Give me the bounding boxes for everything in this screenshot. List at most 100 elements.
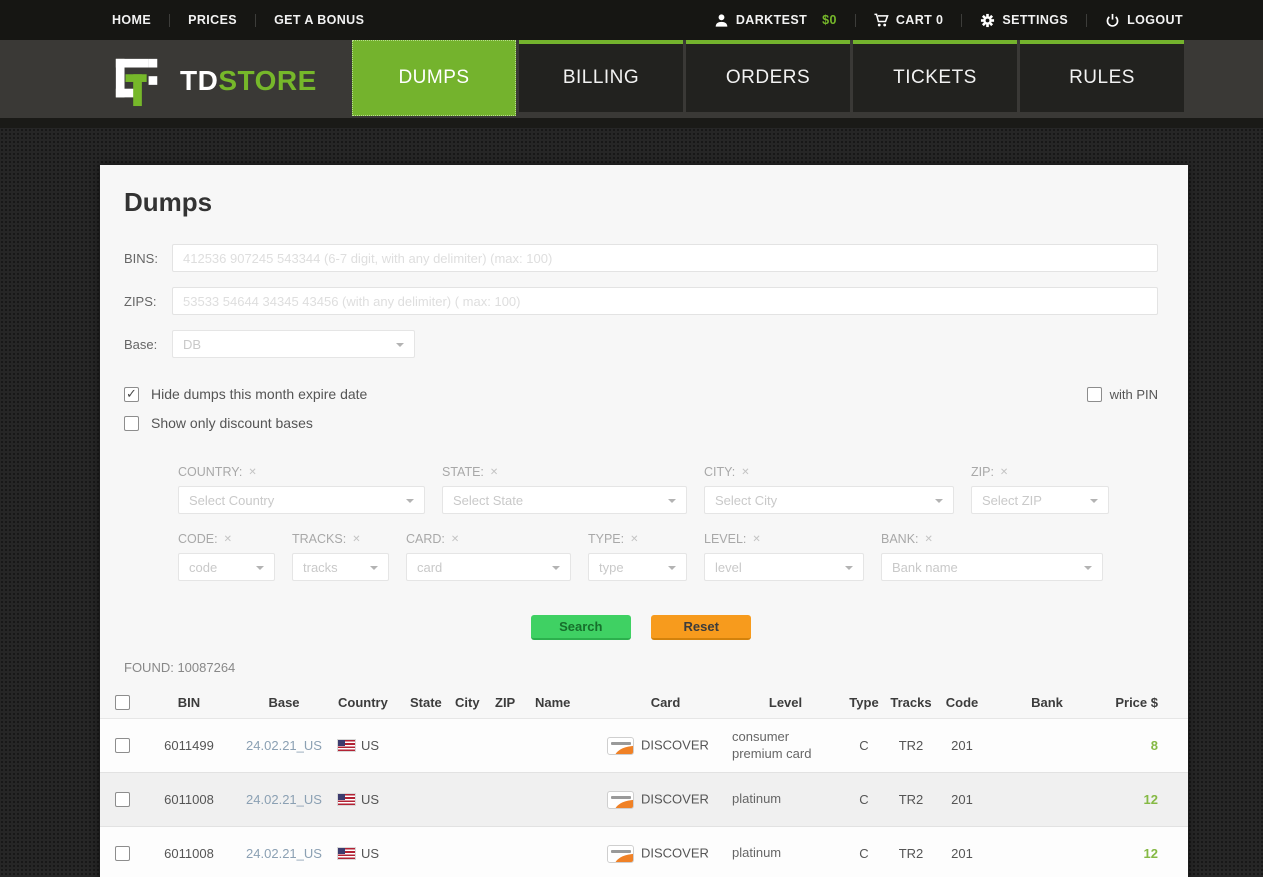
cell-price: 12 [1144, 792, 1158, 807]
col-card: Card [603, 687, 728, 719]
col-price: Price $ [1107, 687, 1188, 719]
code-filter-label: CODE: [178, 532, 218, 546]
filter-state: STATE: Select State [442, 465, 687, 514]
base-link[interactable]: 24.02.21_US [246, 738, 322, 753]
page-background: Dumps BINS: ZIPS: Base: DB Hide dumps th… [0, 128, 1263, 877]
col-country: Country [334, 687, 406, 719]
country-select-value: Select Country [189, 493, 274, 508]
type-select[interactable]: type [588, 553, 687, 581]
col-city: City [451, 687, 491, 719]
row-checkbox[interactable] [115, 846, 130, 861]
dumps-table: BIN Base Country State City ZIP Name Car… [100, 687, 1188, 877]
clear-state-icon[interactable] [490, 467, 498, 478]
row-checkbox[interactable] [115, 738, 130, 753]
clear-code-icon[interactable] [224, 534, 232, 545]
code-select[interactable]: code [178, 553, 275, 581]
base-link[interactable]: 24.02.21_US [246, 792, 322, 807]
cell-city [451, 719, 491, 773]
level-select-value: level [715, 560, 742, 575]
type-select-value: type [599, 560, 624, 575]
us-flag-icon [338, 794, 355, 805]
base-row: Base: DB [124, 330, 1158, 358]
clear-country-icon[interactable] [248, 467, 256, 478]
tab-orders[interactable]: ORDERS [686, 40, 850, 112]
clear-level-icon[interactable] [752, 534, 760, 545]
cell-name [531, 719, 603, 773]
bins-input[interactable] [172, 244, 1158, 272]
cell-level: platinum [728, 827, 843, 877]
discover-card-icon [607, 791, 634, 809]
col-type: Type [843, 687, 885, 719]
with-pin-checkbox[interactable] [1087, 387, 1102, 402]
bank-select[interactable]: Bank name [881, 553, 1103, 581]
zips-input[interactable] [172, 287, 1158, 315]
bank-filter-label: BANK: [881, 532, 919, 546]
tracks-select[interactable]: tracks [292, 553, 389, 581]
col-level: Level [728, 687, 843, 719]
tab-rules[interactable]: RULES [1020, 40, 1184, 112]
discount-bases-checkbox[interactable] [124, 416, 139, 431]
state-select[interactable]: Select State [442, 486, 687, 514]
cell-bank [987, 773, 1107, 827]
clear-zip-icon[interactable] [1000, 467, 1008, 478]
reset-button[interactable]: Reset [651, 615, 751, 640]
us-flag-icon [338, 848, 355, 859]
base-link[interactable]: 24.02.21_US [246, 846, 322, 861]
table-row: 6011008 24.02.21_US US DISCOVER platinum… [100, 827, 1188, 877]
cell-tracks: TR2 [885, 827, 937, 877]
zip-select[interactable]: Select ZIP [971, 486, 1109, 514]
clear-type-icon[interactable] [630, 534, 638, 545]
cell-zip [491, 719, 531, 773]
country-select[interactable]: Select Country [178, 486, 425, 514]
username: DARKTEST [736, 13, 807, 27]
with-pin-label: with PIN [1110, 387, 1158, 402]
tracks-filter-label: TRACKS: [292, 532, 346, 546]
bins-label: BINS: [124, 251, 172, 266]
nav-home[interactable]: HOME [112, 13, 151, 27]
tab-tickets[interactable]: TICKETS [853, 40, 1017, 112]
cell-bin: 6011008 [144, 773, 234, 827]
filter-city: CITY: Select City [704, 465, 954, 514]
select-all-checkbox[interactable] [115, 695, 130, 710]
cell-country: US [361, 846, 379, 861]
clear-card-icon[interactable] [451, 534, 459, 545]
brand-store: STORE [218, 65, 316, 96]
nav-prices[interactable]: PRICES [188, 13, 237, 27]
card-select[interactable]: card [406, 553, 571, 581]
settings-label: SETTINGS [1002, 13, 1068, 27]
clear-city-icon[interactable] [741, 467, 749, 478]
type-filter-label: TYPE: [588, 532, 624, 546]
balance: $0 [822, 13, 837, 27]
tab-billing[interactable]: BILLING [519, 40, 683, 112]
cell-bank [987, 827, 1107, 877]
nav-get-a-bonus[interactable]: GET A BONUS [274, 13, 364, 27]
brand[interactable]: TDSTORE [112, 44, 317, 118]
hide-expire-label: Hide dumps this month expire date [151, 386, 367, 402]
row-checkbox[interactable] [115, 792, 130, 807]
search-button[interactable]: Search [531, 615, 631, 640]
col-bin: BIN [144, 687, 234, 719]
us-flag-icon [338, 740, 355, 751]
logout-label: LOGOUT [1127, 13, 1183, 27]
level-select[interactable]: level [704, 553, 864, 581]
cart-button[interactable]: CART 0 [874, 13, 944, 28]
table-row: 6011008 24.02.21_US US DISCOVER platinum… [100, 773, 1188, 827]
top-bar: HOME PRICES GET A BONUS DARKTEST $0 CART… [0, 0, 1263, 40]
main-tabs: DUMPS BILLING ORDERS TICKETS RULES [352, 40, 1184, 118]
city-select[interactable]: Select City [704, 486, 954, 514]
cell-card: DISCOVER [641, 737, 709, 752]
brand-name: TDSTORE [180, 65, 317, 97]
settings-button[interactable]: SETTINGS [980, 13, 1068, 28]
hide-expire-checkbox[interactable] [124, 387, 139, 402]
clear-tracks-icon[interactable] [352, 534, 360, 545]
col-code: Code [937, 687, 987, 719]
cell-bin: 6011008 [144, 827, 234, 877]
clear-bank-icon[interactable] [925, 534, 933, 545]
logout-button[interactable]: LOGOUT [1105, 13, 1183, 28]
base-select[interactable]: DB [172, 330, 415, 358]
cell-type: C [843, 719, 885, 773]
account-menu[interactable]: DARKTEST $0 [714, 13, 837, 28]
tab-dumps[interactable]: DUMPS [352, 40, 516, 116]
cell-code: 201 [937, 773, 987, 827]
zip-select-value: Select ZIP [982, 493, 1042, 508]
